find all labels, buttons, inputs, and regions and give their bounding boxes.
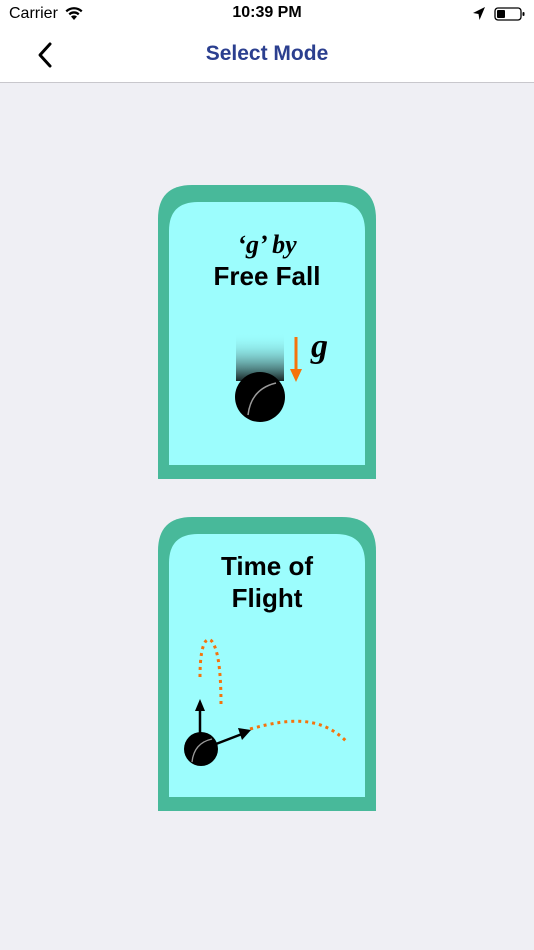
mode-card-free-fall[interactable]: ‘g’ by Free Fall g <box>158 185 376 479</box>
free-fall-illustration <box>235 333 302 422</box>
vertical-trajectory <box>198 638 223 706</box>
projectile-illustration <box>184 638 350 766</box>
angled-velocity-arrow-icon <box>215 728 251 746</box>
angled-trajectory <box>249 719 350 745</box>
status-bar: Carrier 10:39 PM <box>0 0 534 30</box>
page-title: Select Mode <box>205 42 329 65</box>
navigation-bar: Select Mode <box>0 30 534 83</box>
gravity-arrow-icon <box>290 337 302 382</box>
mode-card-time-of-flight[interactable]: Time of Flight <box>158 517 376 811</box>
ball-icon <box>184 732 218 766</box>
gravity-symbol: g <box>311 328 328 365</box>
ball-icon <box>235 372 285 422</box>
status-time: 10:39 PM <box>232 4 302 21</box>
battery-icon <box>494 6 526 27</box>
location-arrow-icon <box>472 6 486 27</box>
